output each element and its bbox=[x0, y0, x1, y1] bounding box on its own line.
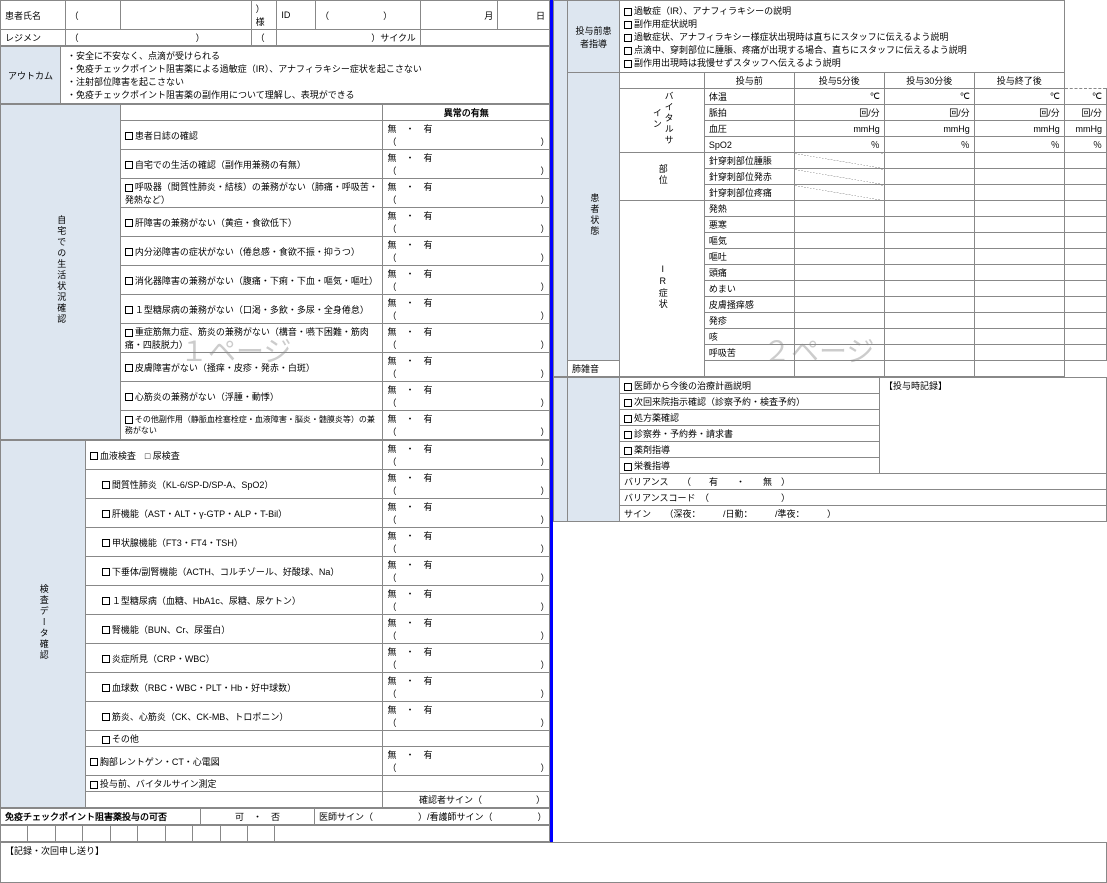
header-table: 患者氏名 （ ）様 ID （ ） 月 日 レジメン （ ） （ ）サイクル bbox=[0, 0, 550, 46]
approval-table: 免疫チェックポイント阻害薬投与の可否 可 ・ 否 医師サイン（ ）/看護師サイン… bbox=[0, 808, 550, 825]
outcome-table: アウトカム ・安全に不安なく、点滴が受けられる ・免疫チェックポイント阻害薬によ… bbox=[0, 46, 550, 104]
abnormal-header: 自宅での生活状況確認 異常の有無 患者日誌の確認無 ・ 有 （ ） 自宅での生活… bbox=[0, 104, 550, 440]
bottom-section: 医師から今後の治療計画説明 【投与時記録】 次回来院指示確認（診察予約・検査予約… bbox=[553, 377, 1107, 522]
lab-table: 検査データ確認 血液検査 □ 尿検査 無 ・ 有 （ ） 間質性肺炎（KL-6/… bbox=[0, 440, 550, 808]
grid-bottom bbox=[0, 825, 550, 842]
special-note: 【記録・次回申し送り】 bbox=[0, 842, 1107, 883]
education-table: 投与前患者指導 過敏症（IR）、アナフィラキシーの説明 副作用症状説明 過敏症状… bbox=[553, 0, 1107, 377]
